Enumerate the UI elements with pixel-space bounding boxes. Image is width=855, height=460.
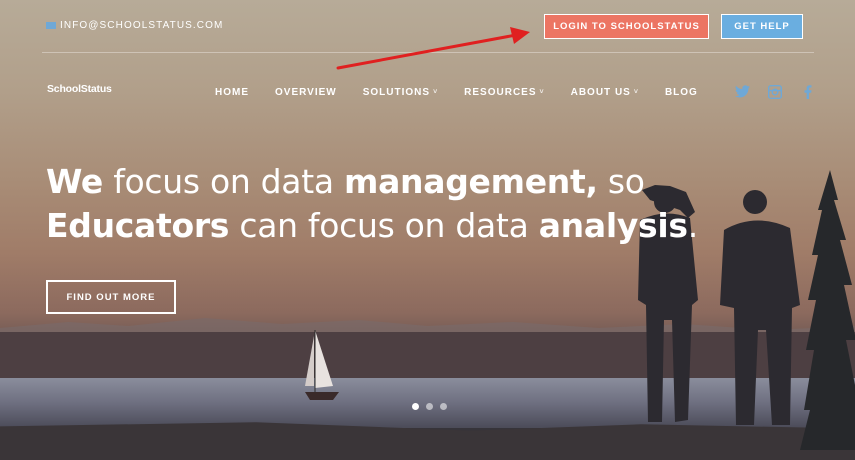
login-button[interactable]: LOGIN TO SCHOOLSTATUS [544,14,709,39]
carousel-dot-2[interactable] [426,403,433,410]
hero-headline: We focus on data management, so Educator… [46,160,698,248]
headline-segment: so [597,162,645,201]
main-nav: HOME OVERVIEW SOLUTIONS ˅ RESOURCES ˅ AB… [215,87,724,98]
headline-segment: focus on data [103,162,344,201]
twitter-icon[interactable] [735,85,750,98]
carousel-dot-3[interactable] [440,403,447,410]
hero-headline-line-1: We focus on data management, so [46,160,698,204]
nav-item-solutions[interactable]: SOLUTIONS ˅ [363,87,438,98]
nav-item-resources[interactable]: RESOURCES ˅ [464,87,544,98]
carousel-dots [412,403,447,410]
nav-item-about-us[interactable]: ABOUT US ˅ [571,87,639,98]
tree-silhouette-image [800,170,855,450]
instagram-icon[interactable] [768,85,782,99]
contact-email[interactable]: INFO@SCHOOLSTATUS.COM [46,20,223,31]
get-help-button[interactable]: GET HELP [721,14,803,39]
headline-segment: can focus on data [229,206,539,245]
headline-segment: analysis [538,206,688,245]
chevron-down-icon: ˅ [633,89,639,96]
nav-item-label: BLOG [664,87,698,98]
carousel-dot-1[interactable] [412,403,419,410]
headline-segment: We [46,162,104,201]
chevron-down-icon: ˅ [539,89,545,96]
facebook-icon[interactable] [804,85,812,99]
mail-icon [46,22,56,29]
nav-item-label: SOLUTIONS [362,87,431,98]
find-out-more-button[interactable]: FIND OUT MORE [46,280,176,314]
logo[interactable]: SchoolStatus [47,83,112,95]
nav-item-label: ABOUT US [570,87,631,98]
nav-item-overview[interactable]: OVERVIEW [275,87,337,98]
headline-segment: management, [343,162,598,201]
chevron-down-icon: ˅ [433,89,439,96]
headline-segment: Educators [46,206,230,245]
sailboat-image [305,330,339,400]
hero-headline-line-2: Educators can focus on data analysis. [46,204,698,248]
nav-item-label: OVERVIEW [275,87,337,98]
nav-item-label: HOME [215,87,249,98]
nav-item-home[interactable]: HOME [215,87,249,98]
nav-item-label: RESOURCES [464,87,537,98]
headline-segment: . [687,206,699,245]
email-text: INFO@SCHOOLSTATUS.COM [60,20,224,31]
nav-item-blog[interactable]: BLOG [665,87,698,98]
header-divider [42,52,814,53]
